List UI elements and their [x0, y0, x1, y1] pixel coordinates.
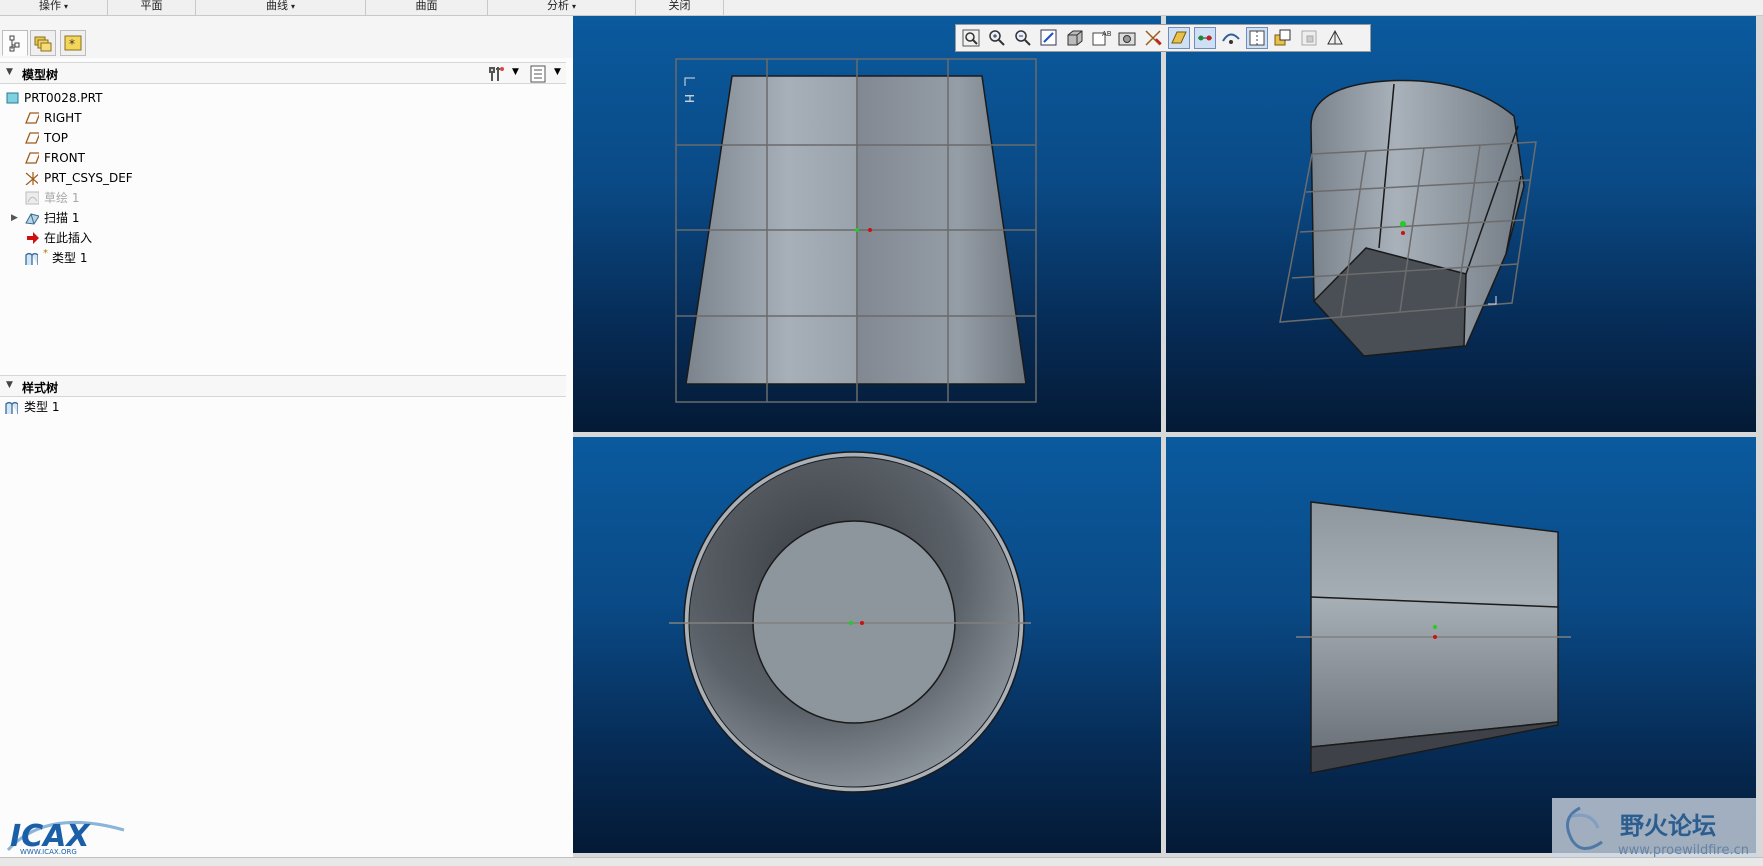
model-tree-icon — [9, 35, 20, 52]
annotation-display-button[interactable] — [1272, 27, 1294, 49]
style-tree-header: ▼ 样式树 — [0, 375, 566, 397]
tree-item-insert-here[interactable]: 在此插入 — [0, 228, 560, 248]
model-tree-header: ▼ 模型树 ▼ ▼ — [0, 62, 566, 84]
style-feature-icon — [25, 252, 38, 265]
repaint-button[interactable] — [1038, 27, 1060, 49]
camera-icon — [1118, 32, 1136, 46]
point-display-icon — [1222, 33, 1240, 44]
watermark-title: 野火论坛 — [1620, 812, 1716, 840]
tree-item-sketch[interactable]: 草绘 1 — [0, 188, 560, 208]
model-top-inner[interactable] — [752, 520, 956, 724]
icax-logo: ICAX WWW.ICAX.ORG — [6, 812, 128, 856]
viewport-side[interactable] — [1166, 437, 1756, 853]
viewport-isometric[interactable] — [1166, 16, 1756, 432]
axis-display-icon — [1198, 35, 1212, 41]
tree-item-top[interactable]: TOP — [0, 128, 560, 148]
viewport-top[interactable] — [573, 437, 1161, 853]
dropdown-caret-icon: ▾ — [290, 2, 295, 11]
point-display-button[interactable] — [1220, 27, 1242, 49]
folder-icon — [34, 36, 52, 52]
navigator-tabs: * — [0, 16, 573, 58]
view-toolbar: AB — [955, 24, 1371, 52]
part-icon — [6, 92, 19, 104]
model-tree-title: 模型树 — [22, 68, 59, 82]
settings-tools-icon[interactable] — [485, 64, 507, 84]
csys-display-icon — [1249, 30, 1265, 46]
collapse-triangle-icon[interactable]: ▼ — [6, 67, 13, 77]
menu-plane[interactable]: 平面 — [108, 0, 196, 15]
saved-views-button[interactable]: AB — [1090, 27, 1112, 49]
watermark-url: www.proewildfire.cn — [1618, 843, 1749, 858]
model-side-face[interactable] — [1310, 501, 1559, 748]
svg-text:AB: AB — [1102, 30, 1112, 38]
forum-watermark: 野火论坛 www.proewildfire.cn — [1552, 798, 1758, 860]
axis-display-button[interactable] — [1194, 27, 1216, 49]
menu-close[interactable]: 关闭 — [636, 0, 724, 15]
datum-plane-icon — [25, 152, 39, 164]
style-tree-item[interactable]: 类型 1 — [0, 397, 560, 417]
tree-item-sweep[interactable]: ▶ 扫描 1 — [0, 208, 560, 228]
coordinate-system-icon — [25, 172, 38, 185]
view-manager-button[interactable] — [1116, 27, 1138, 49]
sketch-icon — [25, 191, 39, 205]
show-list-icon[interactable] — [528, 64, 548, 84]
dropdown-caret-icon[interactable]: ▼ — [554, 67, 561, 77]
plane-display-button[interactable] — [1168, 27, 1190, 49]
dropdown-caret-icon[interactable]: ▼ — [512, 67, 519, 77]
svg-text:WWW.ICAX.ORG: WWW.ICAX.ORG — [20, 848, 77, 856]
datum-plane-icon — [25, 112, 39, 124]
repaint-icon — [1040, 29, 1057, 46]
zoom-out-icon — [1015, 30, 1031, 46]
tab-folder-browser[interactable] — [30, 30, 56, 56]
tab-model-tree[interactable] — [2, 30, 28, 56]
dropdown-caret-icon: ▾ — [571, 2, 576, 11]
menu-bar: 操作 ▾ 平面 曲线 ▾ 曲面 分析 ▾ 关闭 — [0, 0, 1763, 16]
viewport-front[interactable]: H — [573, 16, 1161, 432]
sweep-icon — [25, 213, 39, 225]
tab-favorites[interactable]: * — [60, 30, 86, 56]
menu-analysis[interactable]: 分析 ▾ — [488, 0, 636, 15]
orient-button[interactable] — [1324, 27, 1346, 49]
menu-operation[interactable]: 操作 ▾ — [0, 0, 108, 15]
zoom-in-icon — [989, 30, 1005, 46]
style-tree-title: 样式树 — [22, 381, 59, 395]
tree-item-front[interactable]: FRONT — [0, 148, 560, 168]
orient-icon — [1327, 29, 1343, 45]
svg-text:*: * — [69, 37, 75, 51]
datum-display-button[interactable] — [1142, 27, 1164, 49]
saved-views-icon: AB — [1092, 30, 1112, 46]
modified-marker: * — [43, 248, 48, 259]
tree-item-part[interactable]: PRT0028.PRT — [0, 88, 560, 108]
menu-surface[interactable]: 曲面 — [366, 0, 488, 15]
annotation-icon — [1274, 29, 1291, 46]
spin-center-button[interactable] — [1298, 27, 1320, 49]
collapse-triangle-icon[interactable]: ▼ — [6, 380, 13, 390]
zoom-in-button[interactable] — [986, 27, 1008, 49]
display-style-button[interactable] — [1064, 27, 1086, 49]
csys-display-button[interactable] — [1246, 27, 1268, 49]
tree-item-csys[interactable]: PRT_CSYS_DEF — [0, 168, 560, 188]
favorites-icon: * — [64, 35, 82, 51]
insert-here-arrow-icon — [27, 232, 39, 244]
refit-icon — [962, 29, 980, 47]
style-feature-icon — [5, 401, 18, 414]
refit-button[interactable] — [960, 27, 982, 49]
datum-display-icon — [1145, 30, 1162, 46]
dropdown-caret-icon: ▾ — [63, 2, 68, 11]
grid-label: H — [682, 94, 696, 103]
datum-plane-icon — [25, 132, 39, 144]
expand-arrow-icon[interactable]: ▶ — [11, 208, 18, 228]
shaded-cube-icon — [1067, 30, 1083, 46]
tree-item-style[interactable]: * 类型 1 — [0, 248, 560, 268]
zoom-out-button[interactable] — [1012, 27, 1034, 49]
plane-display-icon — [1171, 31, 1187, 44]
tree-item-right[interactable]: RIGHT — [0, 108, 560, 128]
spin-center-icon — [1301, 30, 1317, 46]
menu-curve[interactable]: 曲线 ▾ — [196, 0, 366, 15]
